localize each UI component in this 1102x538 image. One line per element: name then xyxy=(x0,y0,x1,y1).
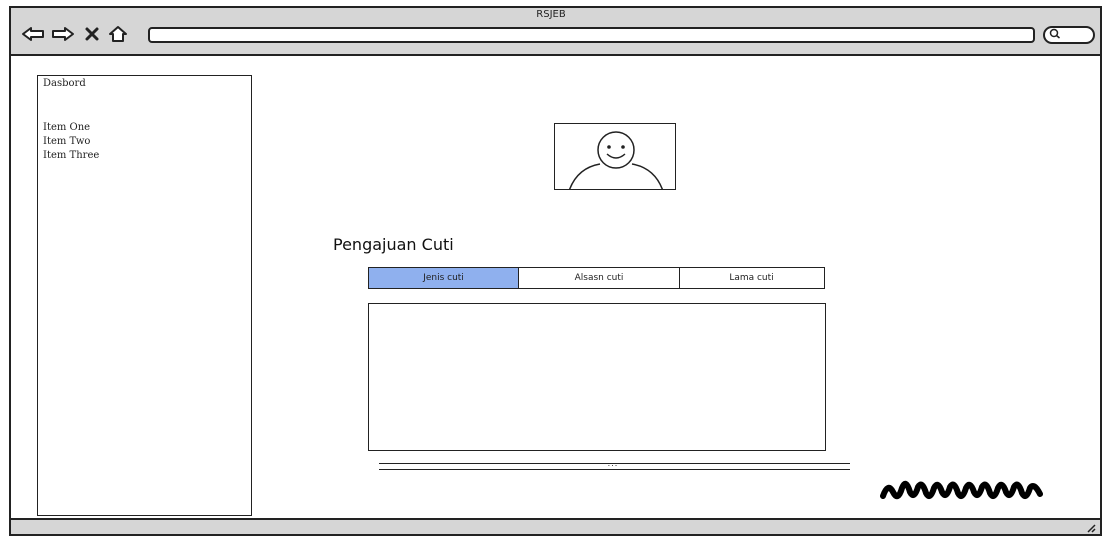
close-icon[interactable] xyxy=(82,22,102,46)
home-icon[interactable] xyxy=(106,22,130,46)
sidebar-heading-dasbord[interactable]: Dasbord xyxy=(43,78,86,89)
tab-bar: Jenis cuti Alsasn cuti Lama cuti xyxy=(368,267,825,289)
sidebar-item-three[interactable]: Item Three xyxy=(43,150,99,161)
back-arrow-icon[interactable] xyxy=(20,22,46,46)
tab-content-panel[interactable] xyxy=(368,303,826,451)
window-title: RSJEB xyxy=(536,9,566,20)
forward-arrow-icon[interactable] xyxy=(50,22,76,46)
search-icon xyxy=(1049,28,1061,43)
user-avatar xyxy=(554,123,676,190)
tab-lama-cuti[interactable]: Lama cuti xyxy=(679,268,823,288)
tab-jenis-cuti[interactable]: Jenis cuti xyxy=(369,268,518,288)
resize-grip-icon[interactable] xyxy=(1084,521,1096,536)
tab-alasan-cuti[interactable]: Alsasn cuti xyxy=(518,268,679,288)
pagination-dots[interactable]: ... xyxy=(598,459,628,468)
status-bar xyxy=(9,518,1102,536)
sidebar-item-two[interactable]: Item Two xyxy=(43,136,90,147)
signature-scribble xyxy=(880,476,1045,504)
user-avatar-icon xyxy=(569,131,663,189)
divider xyxy=(379,469,850,470)
sidebar-item-one[interactable]: Item One xyxy=(43,122,90,133)
page-title: Pengajuan Cuti xyxy=(333,235,454,254)
address-bar[interactable] xyxy=(148,27,1035,43)
